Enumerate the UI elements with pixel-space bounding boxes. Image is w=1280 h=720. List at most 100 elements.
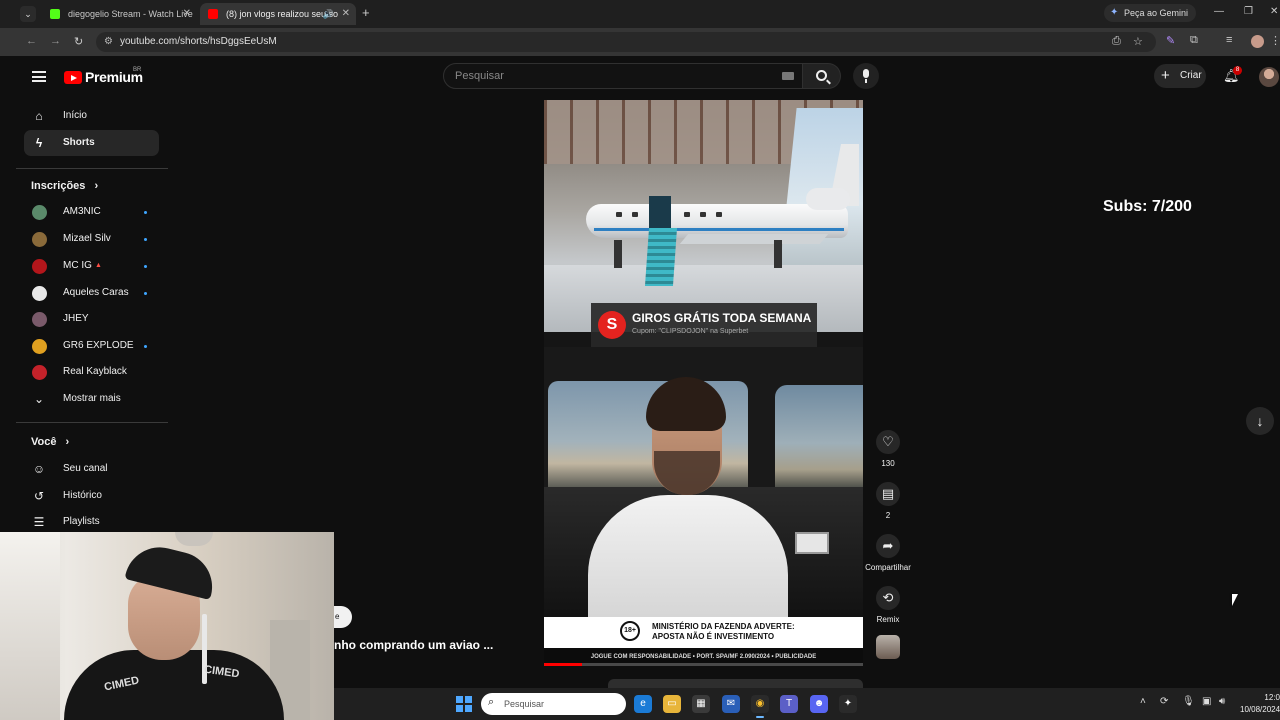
sidebar-subscription-gr6[interactable]: GR6 EXPLODE: [24, 333, 159, 359]
video-progress-fill: [544, 663, 583, 666]
channel-avatar: [32, 365, 47, 380]
sidebar-subscription-aqueles-caras[interactable]: Aqueles Caras: [24, 280, 159, 306]
browser-tab-kick[interactable]: diegogelio Stream - Watch Live ✕: [42, 3, 197, 25]
mic-tray-icon[interactable]: 🎙︎: [1182, 696, 1195, 707]
clock-time: 12:0: [1264, 693, 1280, 702]
taskbar-search-input[interactable]: ⌕ Pesquisar: [481, 693, 626, 715]
channel-avatar-thumb[interactable]: [876, 635, 900, 659]
site-info-icon[interactable]: ⚙: [104, 36, 113, 47]
youtube-favicon-icon: [208, 9, 218, 19]
next-video-arrow-icon[interactable]: ↓: [1246, 407, 1274, 435]
tab-close-icon[interactable]: ✕: [183, 3, 191, 25]
tab-close-icon[interactable]: ✕: [342, 3, 350, 25]
media-controls-icon[interactable]: ≡: [1226, 34, 1232, 46]
install-app-icon[interactable]: ⎙: [1112, 35, 1121, 48]
network-icon[interactable]: ▣: [1202, 696, 1211, 707]
windows-start-icon[interactable]: [456, 696, 472, 712]
video-progress-bar[interactable]: [544, 663, 863, 666]
short-title[interactable]: nho comprando um aviao ...: [334, 638, 493, 652]
tray-overflow-icon[interactable]: ˄: [1140, 696, 1146, 707]
browser-tab-bar: ⌄ diegogelio Stream - Watch Live ✕ (8) j…: [0, 0, 1280, 28]
you-header[interactable]: Você ›: [31, 436, 69, 448]
microphone-stand: [865, 79, 867, 83]
new-content-dot: [144, 238, 147, 241]
pen-extension-icon[interactable]: ✎: [1166, 34, 1175, 47]
streamer-webcam: CIMED CIMED: [0, 532, 334, 720]
address-bar[interactable]: ⚙ youtube.com/shorts/hsDggsEeUsM ⎙ ☆: [96, 32, 1156, 52]
taskbar-clock[interactable]: 12:0 10/08/2024: [1240, 692, 1280, 716]
show-more-button[interactable]: ⌄ Mostrar mais: [24, 386, 159, 412]
reload-icon[interactable]: ↻: [74, 35, 83, 48]
app-icon[interactable]: ✦: [839, 695, 857, 713]
age-rating-badge: 18+: [620, 621, 640, 641]
sidebar-subscription-jhey[interactable]: JHEY: [24, 306, 159, 332]
outlook-app-icon[interactable]: ✉: [722, 695, 740, 713]
sidebar-subscription-mizael[interactable]: Mizael Silv: [24, 226, 159, 252]
keyboard-icon[interactable]: [782, 72, 794, 80]
hangar-scene: [544, 100, 863, 332]
back-arrow-icon[interactable]: ←: [26, 35, 37, 47]
discord-app-icon[interactable]: ☻: [810, 695, 828, 713]
subscribe-bubble[interactable]: e: [334, 606, 352, 628]
youtube-header: Premium BR Pesquisar + Criar 🔔︎ 8: [0, 56, 1280, 100]
browser-profile-avatar[interactable]: [1251, 35, 1264, 48]
gemini-sparkle-icon: ✦: [1110, 7, 1119, 18]
teams-app-icon[interactable]: T: [780, 695, 798, 713]
tab-search-button[interactable]: ⌄: [20, 6, 36, 22]
new-tab-button[interactable]: +: [362, 5, 370, 20]
like-count: 130: [881, 459, 895, 468]
search-button[interactable]: [803, 63, 841, 89]
forward-arrow-icon[interactable]: →: [50, 35, 61, 47]
heart-icon: ♡: [876, 430, 900, 454]
store-app-icon[interactable]: ▦: [692, 695, 710, 713]
bookmark-star-icon[interactable]: ☆: [1133, 35, 1143, 48]
file-explorer-icon[interactable]: ▭: [663, 695, 681, 713]
extensions-puzzle-icon[interactable]: ⧉: [1190, 34, 1198, 47]
sidebar-subscription-am3nic[interactable]: AM3NIC: [24, 199, 159, 225]
comment-count: 2: [885, 511, 891, 520]
channel-avatar: [32, 312, 47, 327]
voice-search-button[interactable]: [853, 63, 879, 89]
youtube-play-icon: [64, 71, 82, 84]
search-placeholder: Pesquisar: [455, 70, 504, 82]
jet-wing: [679, 234, 829, 244]
sidebar-item-label: Início: [63, 110, 87, 121]
jet-stripe: [594, 228, 844, 231]
sidebar-item-history[interactable]: ↺ Histórico: [24, 483, 159, 509]
country-code: BR: [133, 67, 142, 73]
sidebar-divider: [16, 422, 168, 423]
subscriptions-header[interactable]: Inscrições ›: [31, 180, 98, 192]
shorts-video-player[interactable]: S GIROS GRÁTIS TODA SEMANA Cupom: "CLIPS…: [544, 100, 863, 666]
remix-icon: ⟲: [876, 586, 900, 610]
create-button[interactable]: + Criar: [1154, 64, 1206, 88]
edge-app-icon[interactable]: e: [634, 695, 652, 713]
jet-window: [700, 212, 706, 217]
sidebar-subscription-mc-ig[interactable]: MC IG ▲: [24, 253, 159, 279]
tab-audio-icon[interactable]: 🔊: [323, 3, 334, 25]
browser-menu-icon[interactable]: ⋮: [1270, 34, 1280, 47]
chrome-app-icon[interactable]: ◉: [751, 695, 769, 718]
account-avatar[interactable]: [1259, 67, 1279, 87]
channel-avatar: [32, 339, 47, 354]
browser-tab-youtube[interactable]: (8) jon vlogs realizou seu so 🔊 ✕: [200, 3, 356, 25]
url-text[interactable]: youtube.com/shorts/hsDggsEeUsM: [120, 32, 277, 52]
sidebar-item-your-channel[interactable]: ☺ Seu canal: [24, 456, 159, 482]
minimize-window-icon[interactable]: —: [1214, 6, 1224, 17]
menu-hamburger-icon[interactable]: [32, 71, 46, 82]
search-input[interactable]: Pesquisar: [443, 63, 803, 89]
sidebar-item-shorts[interactable]: ϟ Shorts: [24, 130, 159, 156]
channel-name: Aqueles Caras: [63, 287, 129, 298]
sync-tray-icon[interactable]: ⟳: [1160, 696, 1168, 707]
close-window-icon[interactable]: ✕: [1270, 6, 1278, 17]
clock-date: 10/08/2024: [1240, 705, 1280, 714]
gemini-button[interactable]: ✦ Peça ao Gemini: [1104, 4, 1197, 22]
channel-name: JHEY: [63, 313, 89, 324]
gambling-warning-banner: 18+ MINISTÉRIO DA FAZENDA ADVERTE: APOST…: [544, 617, 863, 648]
search-icon: ⌕: [488, 696, 495, 708]
sidebar-subscription-kayblack[interactable]: Real Kayblack: [24, 359, 159, 385]
jet-window: [716, 212, 722, 217]
jet-landing-gear: [774, 240, 782, 268]
volume-icon[interactable]: 🔊︎: [1219, 696, 1225, 707]
sidebar-item-home[interactable]: ⌂ Início: [24, 103, 159, 129]
restore-window-icon[interactable]: ❐: [1244, 6, 1253, 17]
